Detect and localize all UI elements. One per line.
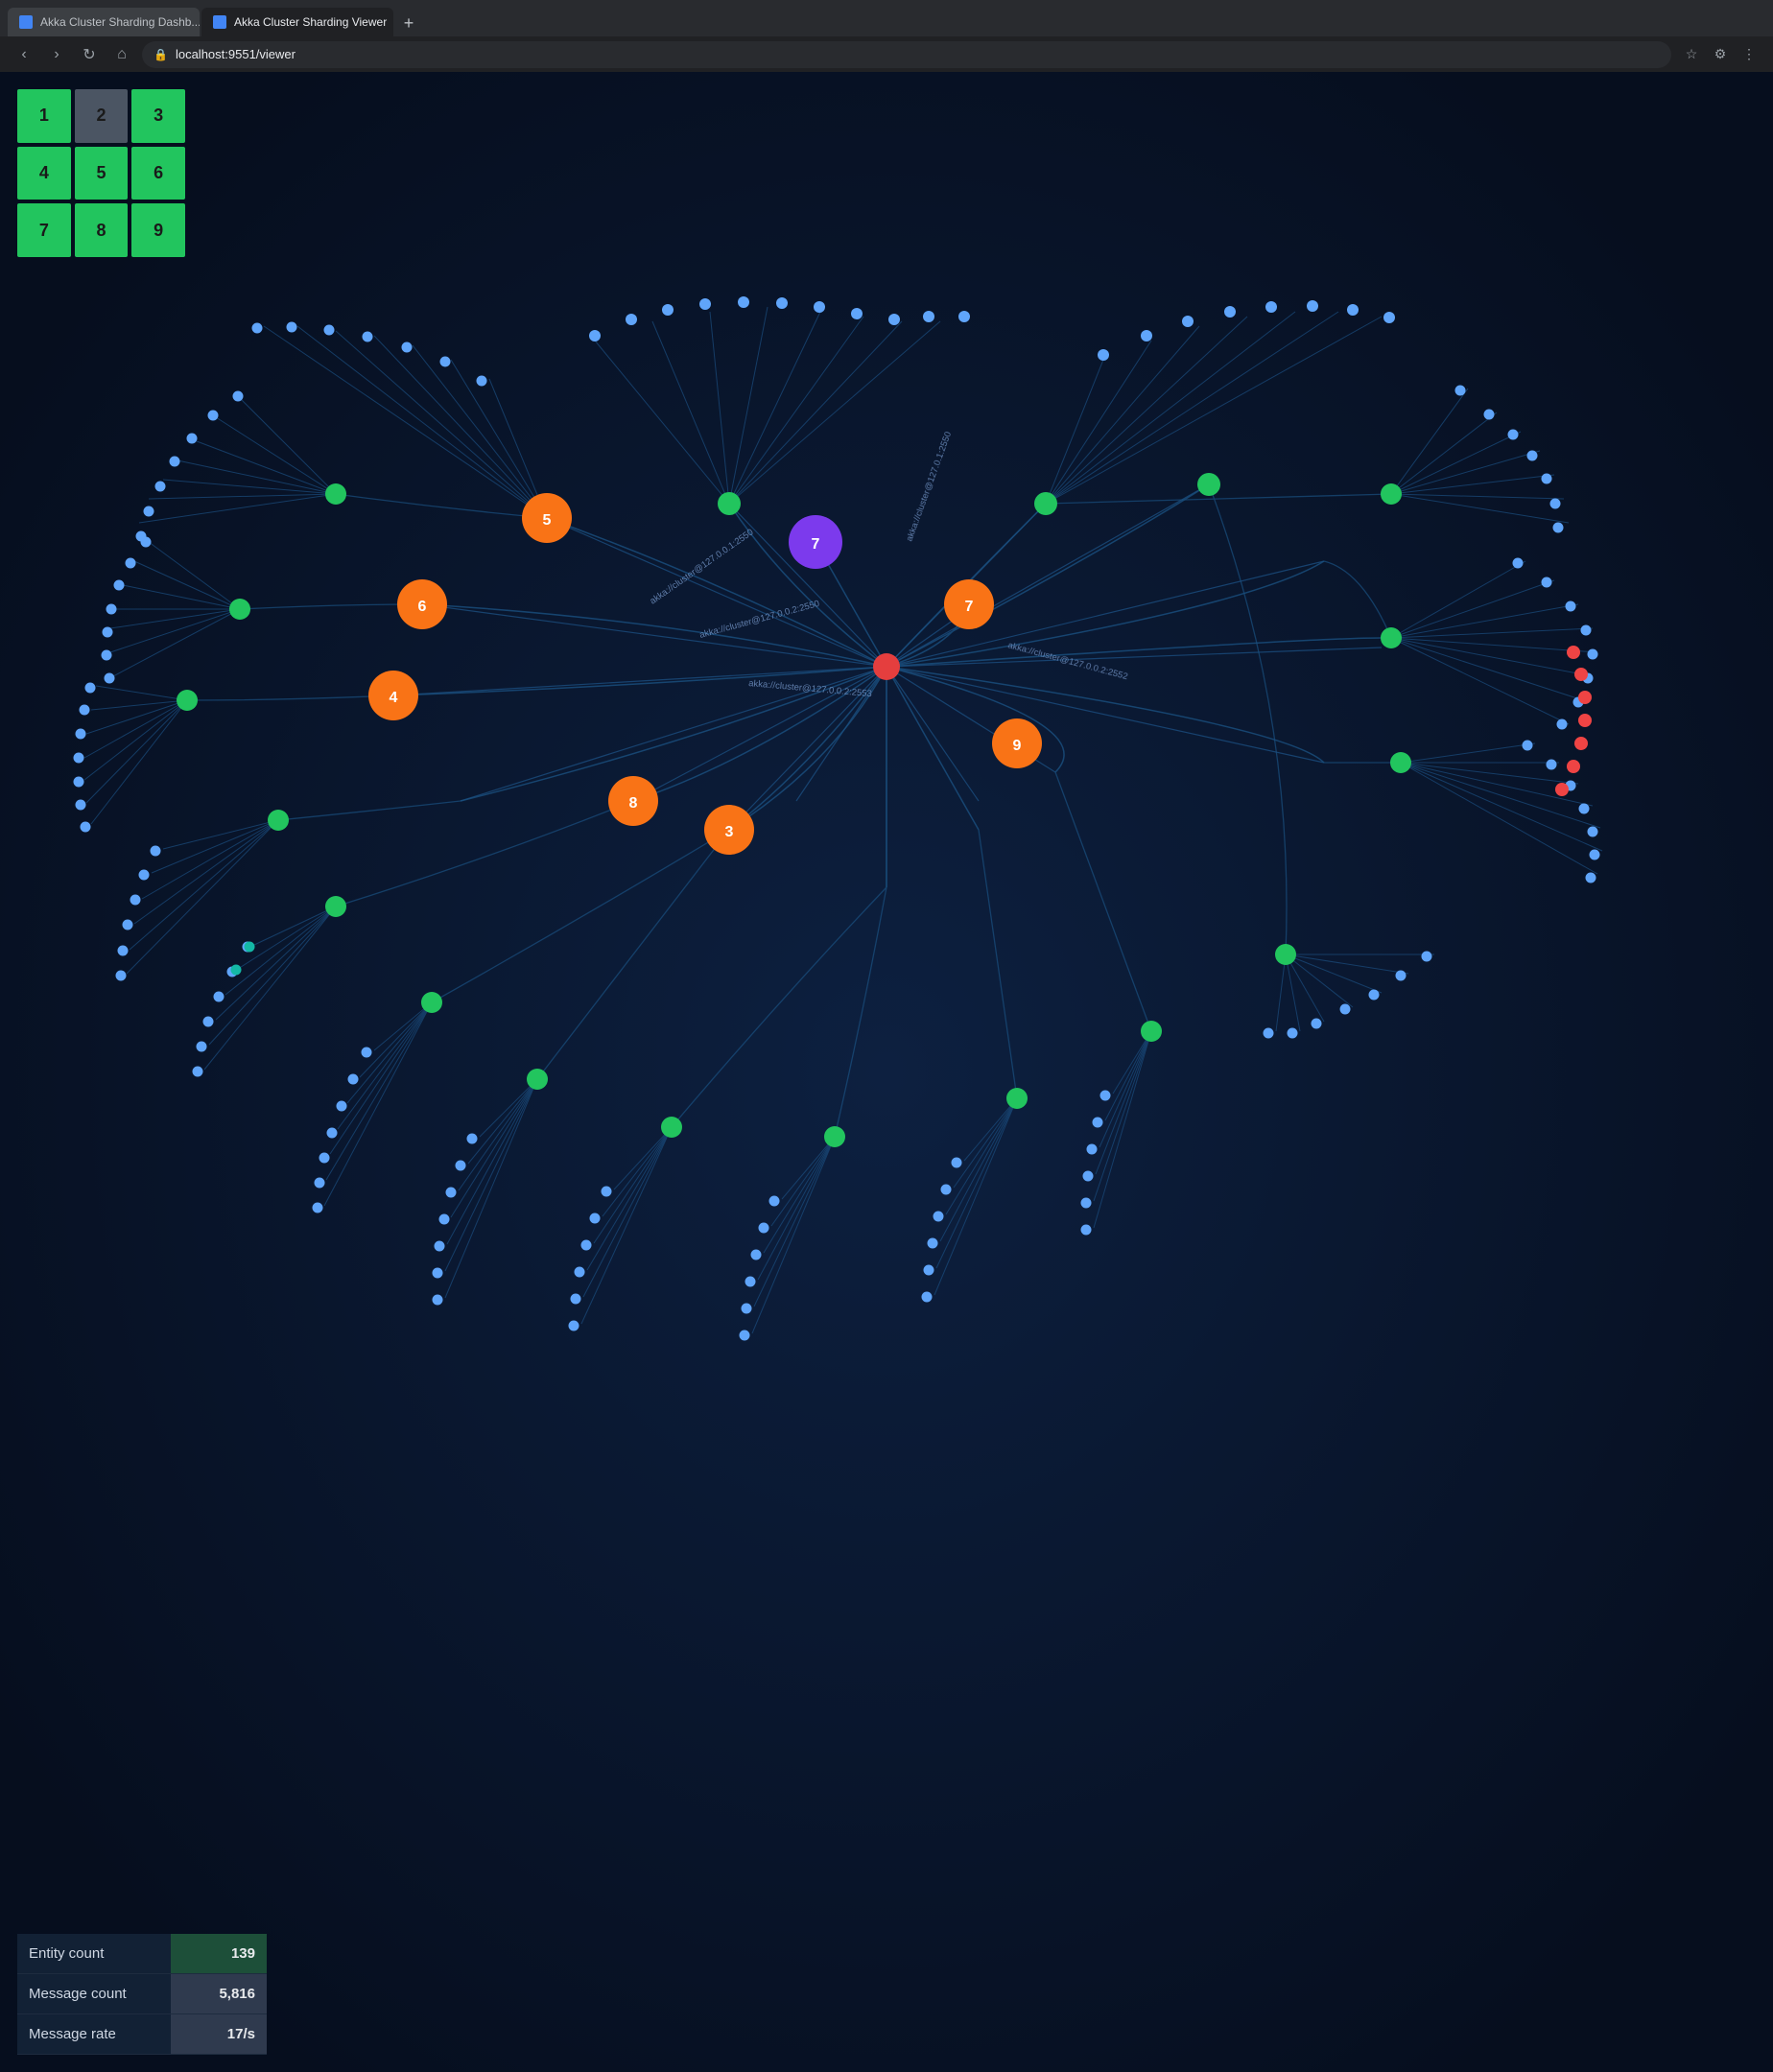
tab-favicon-1 bbox=[19, 15, 33, 29]
tab-bar: Akka Cluster Sharding Dashb... ✕ Akka Cl… bbox=[0, 0, 1773, 36]
entity-count-value: 139 bbox=[171, 1934, 267, 1973]
shard-cell-5[interactable]: 5 bbox=[75, 147, 129, 200]
bookmark-icon[interactable]: ☆ bbox=[1679, 42, 1704, 67]
shard-grid: 123 456 789 bbox=[17, 89, 185, 257]
shard-cell-7[interactable]: 7 bbox=[17, 203, 71, 257]
back-button[interactable]: ‹ bbox=[12, 42, 36, 67]
shard-cell-6[interactable]: 6 bbox=[131, 147, 185, 200]
message-rate-row: Message rate 17/s bbox=[17, 2014, 267, 2055]
extensions-icon[interactable]: ⚙ bbox=[1708, 42, 1733, 67]
nav-bar: ‹ › ↻ ⌂ 🔒 localhost:9551/viewer ☆ ⚙ ⋮ bbox=[0, 36, 1773, 72]
nav-right-buttons: ☆ ⚙ ⋮ bbox=[1679, 42, 1761, 67]
svg-text:9: 9 bbox=[1013, 738, 1022, 754]
message-count-value: 5,816 bbox=[171, 1974, 267, 2013]
browser-chrome: Akka Cluster Sharding Dashb... ✕ Akka Cl… bbox=[0, 0, 1773, 72]
stats-panel: Entity count 139 Message count 5,816 Mes… bbox=[17, 1934, 267, 2055]
svg-text:7: 7 bbox=[812, 536, 820, 553]
forward-button[interactable]: › bbox=[44, 42, 69, 67]
entity-count-label: Entity count bbox=[17, 1945, 171, 1962]
menu-icon[interactable]: ⋮ bbox=[1737, 42, 1761, 67]
shard-cell-9[interactable]: 9 bbox=[131, 203, 185, 257]
tab-dashboard[interactable]: Akka Cluster Sharding Dashb... ✕ bbox=[8, 8, 200, 36]
message-count-row: Message count 5,816 bbox=[17, 1974, 267, 2014]
shard-cell-4[interactable]: 4 bbox=[17, 147, 71, 200]
svg-text:5: 5 bbox=[543, 512, 552, 529]
shard-cell-1[interactable]: 1 bbox=[17, 89, 71, 143]
message-rate-value: 17/s bbox=[171, 2014, 267, 2054]
message-count-label: Message count bbox=[17, 1986, 171, 2002]
address-text: localhost:9551/viewer bbox=[176, 47, 296, 61]
svg-text:7: 7 bbox=[965, 599, 974, 615]
main-content: 5 6 4 8 3 7 7 9 akka://cluster@127.0.0.1… bbox=[0, 72, 1773, 2072]
svg-text:4: 4 bbox=[390, 690, 398, 706]
shard-cell-8[interactable]: 8 bbox=[75, 203, 129, 257]
shard-cell-2[interactable]: 2 bbox=[75, 89, 129, 143]
tab-favicon-2 bbox=[213, 15, 226, 29]
home-button[interactable]: ⌂ bbox=[109, 42, 134, 67]
svg-text:6: 6 bbox=[418, 599, 427, 615]
reload-button[interactable]: ↻ bbox=[77, 42, 102, 67]
lock-icon: 🔒 bbox=[154, 48, 168, 61]
svg-text:8: 8 bbox=[629, 795, 638, 812]
new-tab-button[interactable]: + bbox=[395, 10, 422, 36]
tab-label-1: Akka Cluster Sharding Dashb... bbox=[40, 15, 200, 29]
message-rate-label: Message rate bbox=[17, 2026, 171, 2042]
shard-cell-3[interactable]: 3 bbox=[131, 89, 185, 143]
entity-count-row: Entity count 139 bbox=[17, 1934, 267, 1974]
cluster-visualization: 5 6 4 8 3 7 7 9 akka://cluster@127.0.0.1… bbox=[0, 72, 1773, 2072]
tab-viewer[interactable]: Akka Cluster Sharding Viewer ✕ bbox=[201, 8, 393, 36]
svg-text:3: 3 bbox=[725, 824, 734, 840]
tab-label-2: Akka Cluster Sharding Viewer bbox=[234, 15, 387, 29]
address-bar[interactable]: 🔒 localhost:9551/viewer bbox=[142, 41, 1671, 68]
